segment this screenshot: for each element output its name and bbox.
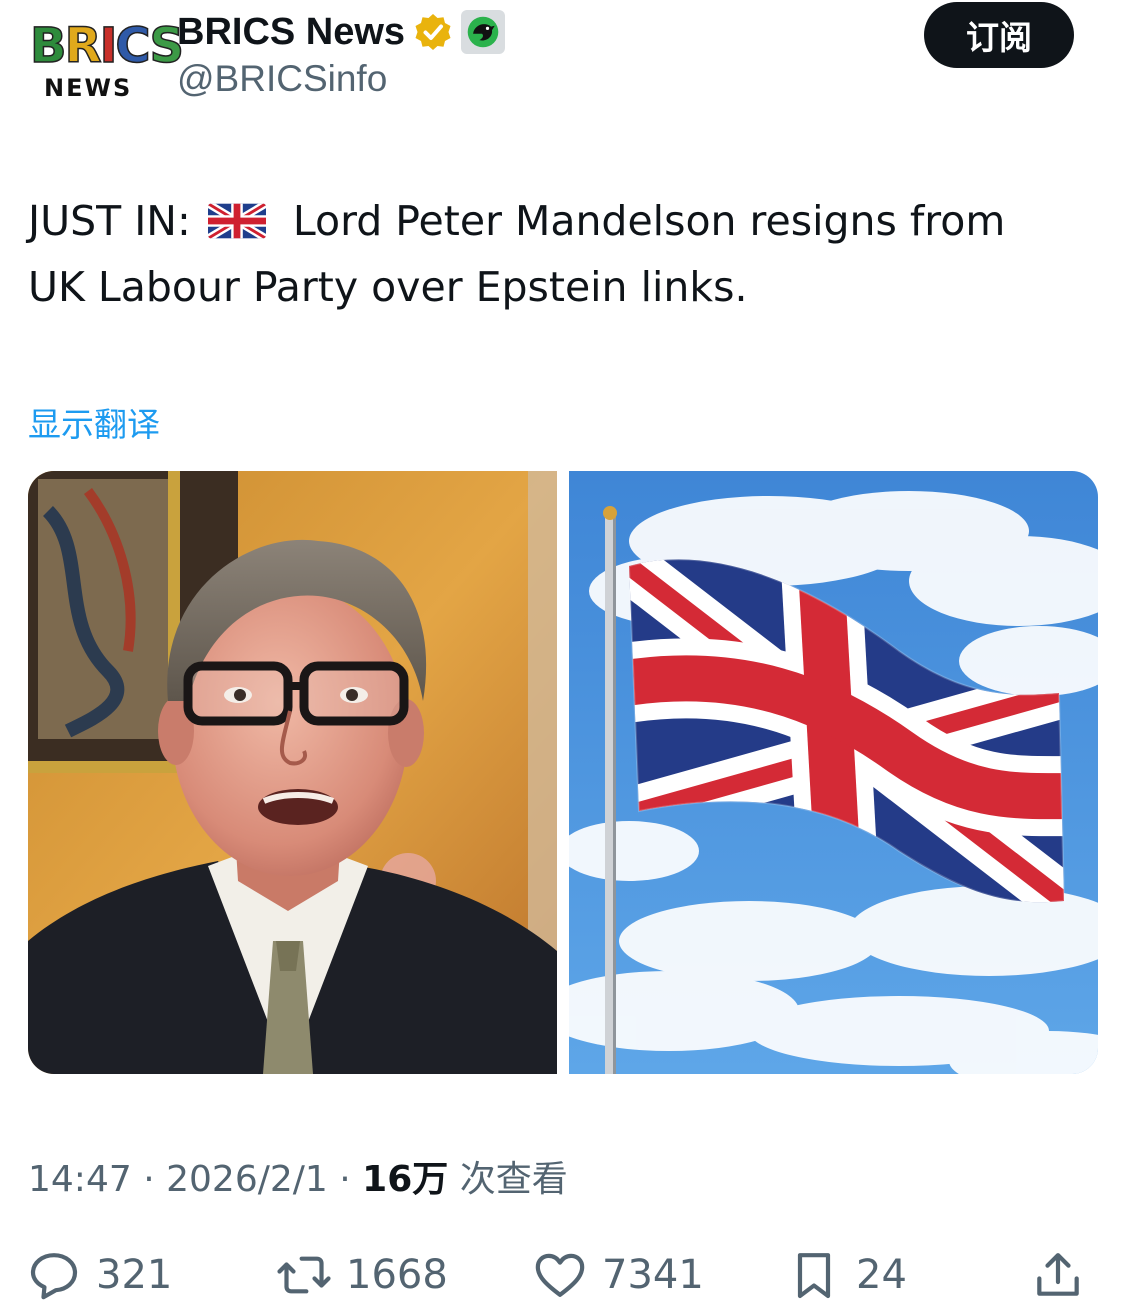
retweet-button[interactable]: 1668 [276,1240,448,1310]
reply-icon [30,1253,78,1300]
affiliation-icon[interactable] [461,10,506,54]
retweet-icon [277,1256,331,1294]
retweet-count: 1668 [346,1252,448,1298]
tweet-body-line2: UK Labour Party over Epstein links. [28,263,748,311]
share-icon [1037,1253,1079,1296]
show-translation-link[interactable]: 显示翻译 [28,398,160,446]
avatar-sub: NEWS [44,74,133,102]
view-count-label: 次查看 [459,1159,568,1200]
subscribe-button[interactable]: 订阅 [924,2,1074,68]
reply-button[interactable]: 321 [26,1240,172,1310]
reply-count: 321 [96,1252,173,1298]
verified-badge-icon[interactable] [413,12,453,52]
avatar-brand: BRICS [29,17,185,75]
name-row: BRICS News [177,8,506,56]
meta-separator: · [143,1159,155,1200]
portrait-photo[interactable] [28,471,557,1074]
view-count: 16万 [362,1159,449,1200]
share-button[interactable] [1030,1240,1086,1310]
uk-flag-emoji-icon [207,203,266,239]
handle[interactable]: @BRICSinfo [177,58,387,100]
tweet-time[interactable]: 14:47 [28,1159,132,1200]
tweet-text: JUST IN: Lord Peter Mandelson resigns fr… [28,188,1098,320]
avatar[interactable]: BRICS NEWS [28,17,185,104]
bookmark-icon [797,1253,831,1299]
display-name[interactable]: BRICS News [177,11,405,54]
union-jack-flag-photo[interactable] [569,471,1098,1074]
bookmark-button[interactable]: 24 [786,1240,907,1310]
tweet-meta: 14:47 · 2026/2/1 · 16万 次查看 [28,1150,568,1202]
tweet-body-line1: Lord Peter Mandelson resigns from [292,197,1006,245]
heart-icon [535,1253,585,1297]
tweet-prefix: JUST IN: [28,197,191,245]
tweet-date[interactable]: 2026/2/1 [166,1159,328,1200]
tweet-actions: 321 1668 7341 24 [0,1240,1125,1310]
like-button[interactable]: 7341 [532,1240,704,1310]
bookmark-count: 24 [856,1252,907,1298]
like-count: 7341 [602,1252,704,1298]
meta-separator: · [339,1159,351,1200]
media-grid [28,471,1098,1074]
tweet-header: BRICS NEWS BRICS News @BRICSinfo 订阅 [0,0,1125,120]
